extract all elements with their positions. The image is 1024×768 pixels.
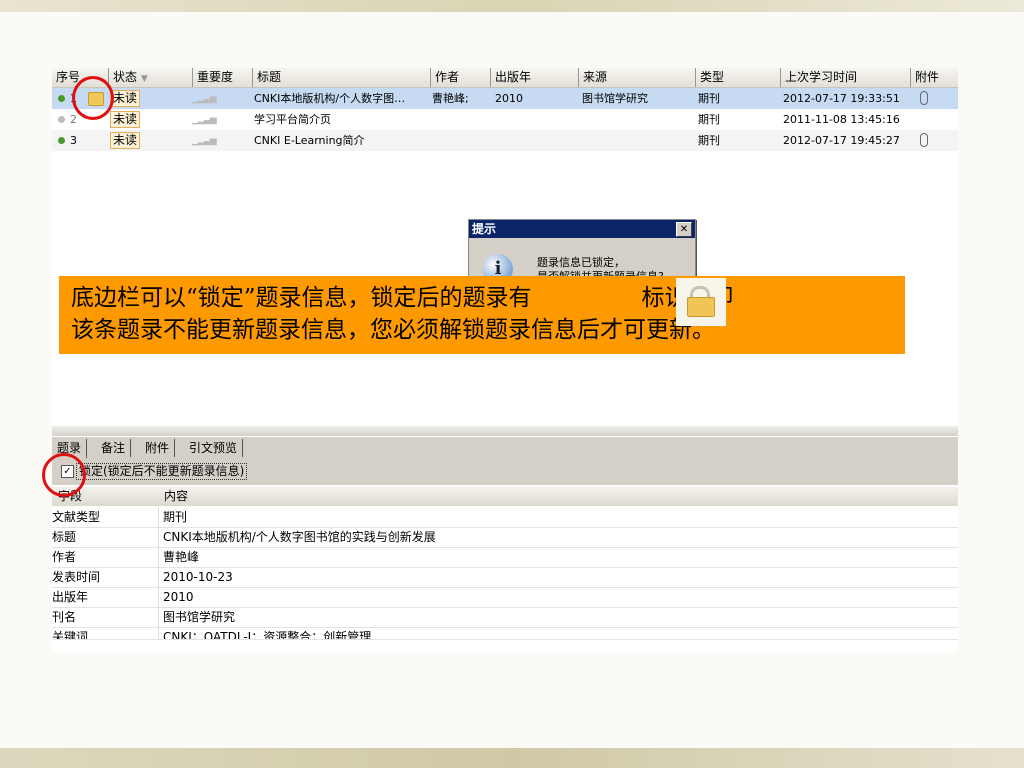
highlight-circle	[42, 453, 86, 497]
detail-field: 关键词	[52, 630, 89, 640]
row-title: CNKI本地版机构/个人数字图…	[254, 92, 406, 105]
importance-signal-icon: ▁▂▃▅	[192, 94, 217, 104]
status-dot-icon	[58, 95, 65, 102]
detail-value: 期刊	[158, 507, 187, 527]
detail-value: CNKI本地版机构/个人数字图书馆的实践与创新发展	[158, 527, 436, 547]
lock-sample	[676, 278, 726, 326]
detail-tabs: 题录 备注 附件 引文预览	[52, 437, 958, 459]
detail-field: 发表时间	[52, 570, 101, 584]
row-title: CNKI E-Learning简介	[254, 134, 365, 147]
detail-value: CNKI；OATDL-I；资源整合；创新管理	[158, 627, 371, 639]
tab-citation-preview[interactable]: 引文预览	[184, 439, 244, 457]
detail-field: 文献类型	[52, 510, 101, 524]
table-row[interactable]: 3 未读 ▁▂▃▅ CNKI E-Learning简介 期刊 2012-07-1…	[52, 130, 958, 151]
slide-bottom-band	[0, 748, 1024, 768]
detail-row: 发表时间 2010-10-23	[52, 567, 958, 588]
lock-checkbox-label[interactable]: 锁定(锁定后不能更新题录信息)	[76, 463, 248, 480]
detail-row: 刊名 图书馆学研究	[52, 607, 958, 628]
detail-row: 标题 CNKI本地版机构/个人数字图书馆的实践与创新发展	[52, 527, 958, 548]
detail-field: 出版年	[52, 590, 89, 604]
row-type: 期刊	[698, 134, 720, 147]
detail-field: 刊名	[52, 610, 77, 624]
detail-field: 作者	[52, 550, 77, 564]
importance-signal-icon: ▁▂▃▅	[192, 136, 217, 146]
col-attachment[interactable]: 附件	[910, 68, 958, 87]
paperclip-icon[interactable]	[920, 133, 928, 147]
detail-col-content: 内容	[164, 489, 189, 503]
detail-row: 作者 曹艳峰	[52, 547, 958, 568]
annotation-callout: 底边栏可以“锁定”题录信息，锁定后的题录有标识，即 该条题录不能更新题录信息，您…	[59, 276, 905, 354]
status-badge: 未读	[110, 111, 141, 128]
status-badge: 未读	[110, 90, 141, 107]
tab-notes[interactable]: 备注	[96, 439, 132, 457]
row-time: 2011-11-08 13:45:16	[783, 113, 900, 126]
col-source[interactable]: 来源	[578, 68, 695, 87]
dialog-message-line1: 题录信息已锁定，	[537, 256, 625, 269]
status-dot-icon	[58, 137, 65, 144]
col-title[interactable]: 标题	[252, 68, 430, 87]
lock-icon	[687, 297, 715, 317]
app-window: 序号 状态 ▼ 重要度 标题 作者 出版年 来源 类型 上次学习时间 附件 1 …	[52, 68, 958, 652]
status-badge: 未读	[110, 132, 141, 149]
detail-value: 2010-10-23	[158, 567, 233, 587]
detail-row: 出版年 2010	[52, 587, 958, 608]
detail-value: 曹艳峰	[158, 547, 199, 567]
list-header: 序号 状态 ▼ 重要度 标题 作者 出版年 来源 类型 上次学习时间 附件	[52, 68, 958, 88]
status-dot-icon	[58, 116, 65, 123]
lock-toolbar: ✓ 锁定(锁定后不能更新题录信息)	[52, 459, 958, 485]
splitter[interactable]	[52, 426, 958, 436]
slide-top-band	[0, 0, 1024, 12]
col-status[interactable]: 状态 ▼	[108, 68, 192, 87]
dialog-titlebar: 提示 ✕	[469, 220, 695, 238]
detail-value: 图书馆学研究	[158, 607, 235, 627]
row-source: 图书馆学研究	[582, 92, 648, 105]
detail-field: 标题	[52, 530, 77, 544]
row-author: 曹艳峰;	[432, 92, 469, 105]
col-last-study[interactable]: 上次学习时间	[780, 68, 910, 87]
callout-text-1a: 底边栏可以“锁定”题录信息，锁定后的题录有	[71, 285, 532, 311]
col-author[interactable]: 作者	[430, 68, 490, 87]
row-type: 期刊	[698, 92, 720, 105]
detail-row: 文献类型 期刊	[52, 507, 958, 528]
row-number: 3	[70, 134, 77, 147]
col-importance[interactable]: 重要度	[192, 68, 252, 87]
tab-attachments[interactable]: 附件	[140, 439, 176, 457]
row-time: 2012-07-17 19:33:51	[783, 92, 900, 105]
detail-value: 2010	[158, 587, 194, 607]
paperclip-icon[interactable]	[920, 91, 928, 105]
row-year: 2010	[495, 92, 523, 105]
col-year[interactable]: 出版年	[490, 68, 578, 87]
detail-row: 关键词 CNKI；OATDL-I；资源整合；创新管理	[52, 627, 958, 640]
detail-header: 字段 内容	[52, 487, 958, 506]
callout-text-2: 该条题录不能更新题录信息，您必须解锁题录信息后才可更新。	[71, 317, 715, 343]
row-time: 2012-07-17 19:45:27	[783, 134, 900, 147]
highlight-circle	[72, 76, 114, 120]
importance-signal-icon: ▁▂▃▅	[192, 115, 217, 125]
sort-arrow-icon: ▼	[140, 74, 148, 84]
close-icon[interactable]: ✕	[676, 222, 692, 237]
row-title: 学习平台简介页	[254, 113, 331, 126]
table-row[interactable]: 1 未读 ▁▂▃▅ CNKI本地版机构/个人数字图… 曹艳峰; 2010 图书馆…	[52, 88, 958, 109]
table-row[interactable]: 2 未读 ▁▂▃▅ 学习平台简介页 期刊 2011-11-08 13:45:16	[52, 109, 958, 130]
col-type[interactable]: 类型	[695, 68, 780, 87]
col-status-label: 状态	[113, 70, 138, 84]
row-type: 期刊	[698, 113, 720, 126]
dialog-title: 提示	[472, 222, 497, 236]
